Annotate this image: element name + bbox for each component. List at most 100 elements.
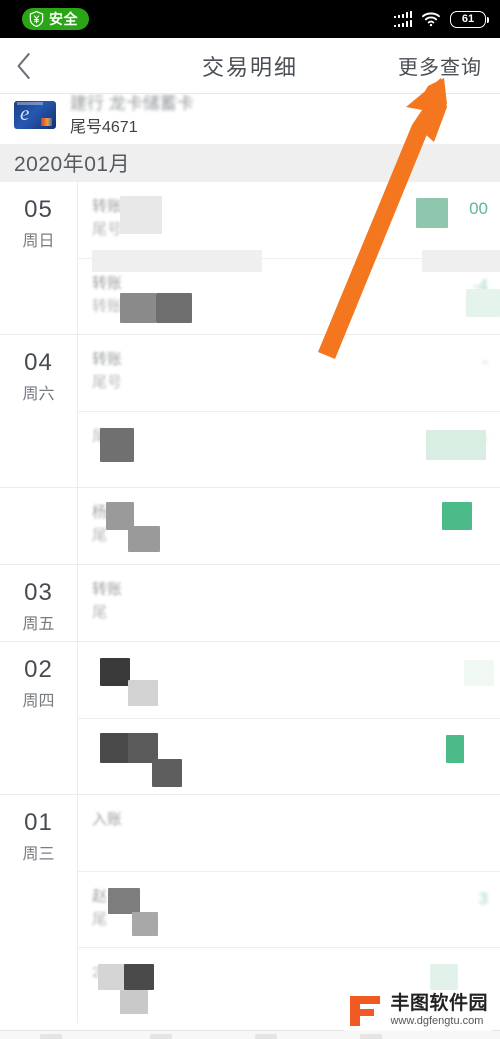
- day-number: 04: [24, 349, 53, 376]
- day-group: 05 周日 转账 尾号 00 转账 转账 -4: [0, 182, 500, 334]
- watermark-url: www.dgfengtu.com: [390, 1015, 484, 1028]
- transaction-description: 尾: [92, 424, 378, 462]
- transaction-title: 杨: [92, 504, 108, 521]
- account-card-tail: 尾号4671: [70, 119, 138, 137]
- day-group: 杨尾: [0, 487, 500, 564]
- day-column: 04 周六: [0, 335, 78, 487]
- redaction-block: [466, 289, 500, 317]
- day-number: 05: [24, 196, 53, 223]
- day-number: 01: [24, 809, 53, 836]
- redaction-block: [100, 658, 130, 686]
- transaction-row[interactable]: 杨尾: [78, 488, 500, 564]
- transaction-amount-cell: [378, 500, 488, 530]
- day-rows: 转账尾: [78, 565, 500, 641]
- transaction-description: 转账尾: [92, 577, 378, 624]
- transaction-row[interactable]: 尾-: [78, 411, 500, 487]
- transaction-description: [92, 731, 378, 787]
- transaction-amount-cell: [378, 807, 488, 810]
- day-group: 04周六转账尾号-尾-: [0, 334, 500, 487]
- transaction-description: 转账 尾号: [92, 347, 378, 394]
- redaction-block: [98, 964, 126, 990]
- day-rows: 转账尾号-尾-: [78, 335, 500, 487]
- redaction-block: [464, 660, 494, 686]
- fengtu-logo-icon: [348, 994, 382, 1028]
- day-weekday: 周六: [22, 385, 55, 403]
- redaction-block: [128, 680, 158, 706]
- bank-card-icon: e: [14, 101, 56, 129]
- transaction-subtitle: 尾号: [92, 373, 123, 391]
- transaction-row[interactable]: [78, 718, 500, 794]
- redaction-block: [426, 430, 486, 460]
- status-bar: 安全 61: [0, 0, 500, 38]
- transaction-description: [92, 654, 378, 706]
- watermark-site-name: 丰图软件园: [390, 992, 488, 1014]
- day-rows: 入账赵尾 3 29: [78, 795, 500, 1023]
- transaction-description: 入账: [92, 807, 378, 832]
- transaction-amount-cell: [378, 654, 494, 686]
- battery-icon: 61: [450, 10, 489, 28]
- transaction-description: 杨尾: [92, 500, 378, 552]
- day-rows: [78, 642, 500, 794]
- security-badge-label: 安全: [49, 11, 78, 27]
- signal-bars-icon: [393, 11, 412, 27]
- day-number: 02: [24, 656, 53, 683]
- day-group: 02 周四: [0, 641, 500, 794]
- redaction-block: [128, 526, 160, 552]
- transaction-subtitle: 尾: [92, 426, 378, 449]
- transaction-description: 转账 尾号: [92, 194, 500, 272]
- bottom-nav-peek: [0, 1030, 500, 1039]
- day-group: 03 周五 转账尾: [0, 564, 500, 641]
- back-button[interactable]: [16, 44, 60, 88]
- transaction-title: 转账: [92, 351, 123, 368]
- transaction-row[interactable]: 转账 转账 -4: [78, 258, 500, 334]
- day-weekday: 周四: [22, 692, 55, 710]
- transaction-row[interactable]: 入账: [78, 795, 500, 871]
- navigation-bar: 交易明细 更多查询: [0, 38, 500, 94]
- day-number: 03: [24, 579, 53, 606]
- watermark: 丰图软件园 www.dgfengtu.com: [344, 990, 492, 1031]
- redaction-block: [100, 428, 134, 462]
- day-column: 05 周日: [0, 182, 78, 334]
- transaction-amount: -: [482, 352, 488, 371]
- transaction-amount-cell: 00: [378, 194, 488, 228]
- transaction-list[interactable]: 05周日转账尾号00转账转账-404周六转账尾号-尾-杨尾03周五转账尾02周四…: [0, 182, 500, 1023]
- redaction-block: [120, 196, 162, 234]
- more-query-button[interactable]: 更多查询: [398, 51, 484, 80]
- transaction-amount-cell: 3: [378, 884, 488, 911]
- redaction-block: [156, 293, 192, 323]
- transaction-amount-cell: -4: [378, 271, 500, 317]
- transaction-description: 29: [92, 960, 378, 1014]
- redaction-block: [108, 888, 140, 914]
- day-weekday: 周日: [22, 232, 55, 250]
- day-column: 03 周五: [0, 565, 78, 641]
- transaction-amount-cell: -: [378, 424, 488, 460]
- shield-yuan-icon: [29, 10, 44, 28]
- transaction-row[interactable]: [78, 642, 500, 718]
- transaction-row[interactable]: 赵尾 3: [78, 871, 500, 947]
- redaction-block: [152, 759, 182, 787]
- redaction-block: [132, 912, 158, 936]
- status-indicators: 61: [393, 10, 489, 28]
- transaction-amount-cell: -: [378, 347, 488, 374]
- redaction-block: [446, 735, 464, 763]
- transaction-description: 转账 转账: [92, 271, 378, 323]
- day-column: [0, 488, 78, 564]
- day-group: 01 周三 入账赵尾 3 29: [0, 794, 500, 1023]
- redaction-block: [430, 964, 458, 990]
- redaction-block: [442, 502, 472, 530]
- transaction-row[interactable]: 转账尾: [78, 565, 500, 641]
- transaction-amount-cell: [378, 731, 488, 763]
- transaction-title: 入账: [92, 811, 123, 828]
- phone-screen: 安全 61 交易明细 更多查询 e 建行 龙卡储蓄卡 尾号4671 2020年0…: [0, 0, 500, 1039]
- day-rows: 转账 尾号 00 转账 转账 -4: [78, 182, 500, 334]
- redaction-block: [120, 293, 156, 323]
- transaction-description: 赵尾: [92, 884, 378, 936]
- day-rows: 杨尾: [78, 488, 500, 564]
- transaction-row[interactable]: 转账 尾号 00: [78, 182, 500, 272]
- redaction-block: [416, 198, 448, 228]
- account-card-strip[interactable]: e 建行 龙卡储蓄卡 尾号4671: [0, 94, 500, 144]
- month-section-header: 2020年01月: [0, 144, 500, 182]
- transaction-row[interactable]: 转账尾号 -: [78, 335, 500, 411]
- battery-level-label: 61: [461, 12, 475, 25]
- redaction-block: [100, 733, 130, 763]
